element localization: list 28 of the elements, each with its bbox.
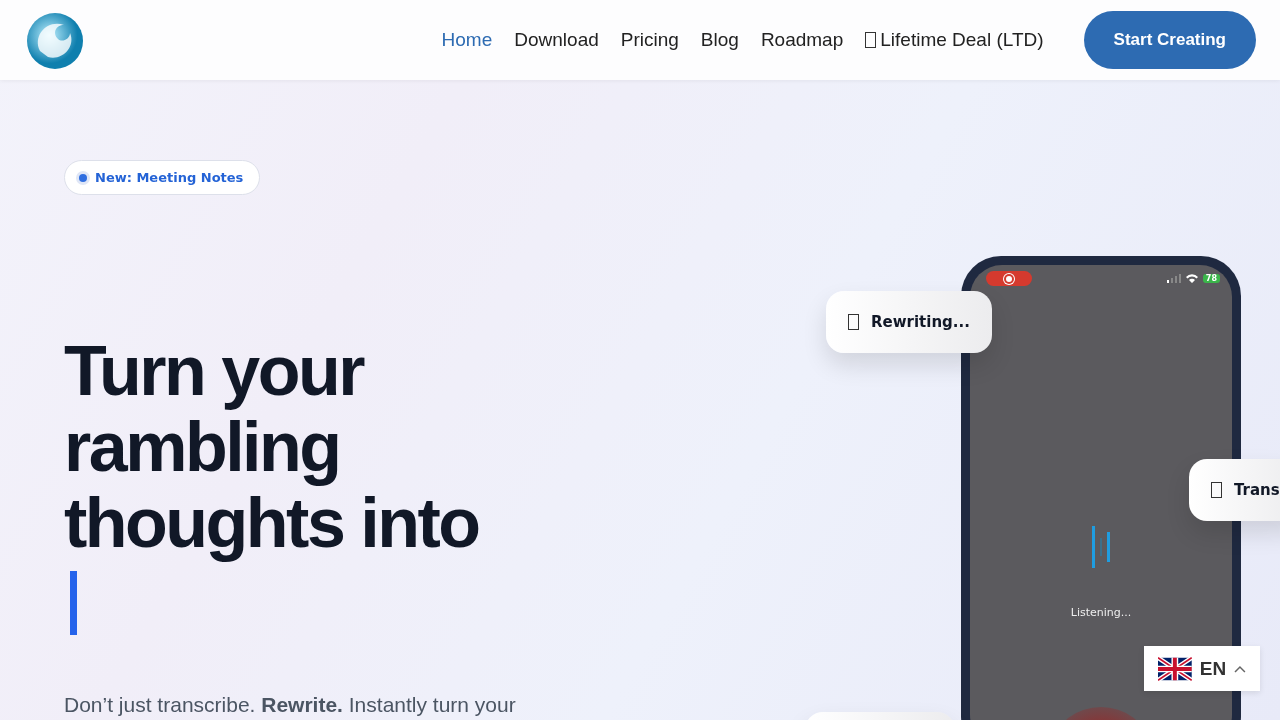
chevron-up-icon (1234, 664, 1246, 673)
hero-subtitle: Don’t just transcribe. Rewrite. Instantly turn your (64, 693, 516, 717)
badge-label: New: Meeting Notes (95, 170, 244, 185)
audio-wave-icon (1090, 526, 1112, 568)
signal-icon (1166, 274, 1181, 283)
status-label: Trans (1234, 481, 1280, 499)
dot-icon (79, 173, 87, 182)
recording-indicator-icon (986, 271, 1032, 286)
symbol-icon (865, 32, 877, 48)
wave-logo-icon[interactable] (26, 11, 84, 69)
text-cursor (70, 571, 77, 635)
nav-link[interactable]: Lifetime Deal (LTD) (865, 29, 1044, 51)
status-label: Rewriting... (871, 313, 970, 331)
wifi-icon (1185, 274, 1198, 283)
start-creating-button[interactable]: Start Creating (1083, 11, 1256, 69)
symbol-icon (848, 314, 859, 330)
symbol-icon (1211, 482, 1222, 498)
nav-link[interactable]: Download (514, 29, 599, 51)
hero-heading: Turn your rambling thoughts into (64, 333, 480, 561)
battery-level: 78 (1202, 274, 1220, 283)
nav-link[interactable]: Pricing (620, 29, 679, 51)
listening-label: Listening... (1070, 606, 1132, 619)
language-selector[interactable]: EN (1144, 646, 1260, 691)
uk-flag-icon (1158, 656, 1192, 681)
nav-link[interactable]: Home (441, 29, 493, 51)
nav-link[interactable]: Blog (700, 29, 739, 51)
announcement-badge[interactable]: New: Meeting Notes (64, 160, 261, 195)
nav-link[interactable]: Roadmap (760, 29, 844, 51)
